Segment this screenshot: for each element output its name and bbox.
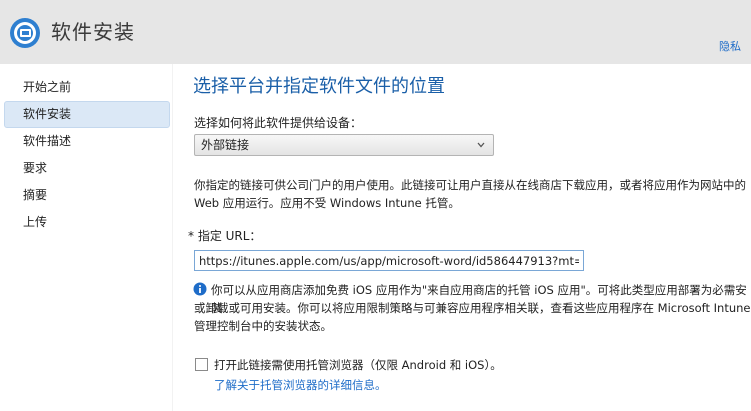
privacy-link[interactable]: 隐私 <box>719 38 741 54</box>
managed-browser-checkbox[interactable] <box>195 358 208 371</box>
url-label: * 指定 URL： <box>188 229 262 243</box>
sidebar-item-summary[interactable]: 摘要 <box>0 182 172 209</box>
url-input[interactable] <box>194 250 584 271</box>
sidebar-item-software-description[interactable]: 软件描述 <box>0 128 172 155</box>
description-line-2: Web 应用运行。应用不受 Windows Intune 托管。 <box>194 196 460 210</box>
info-icon <box>193 282 207 296</box>
sidebar-item-software-setup[interactable]: 软件安装 <box>4 101 170 128</box>
description-line-1: 你指定的链接可供公司门户的用户使用。此链接可让用户直接从在线商店下载应用，或者将… <box>194 178 746 192</box>
managed-browser-checkbox-label: 打开此链接需使用托管浏览器（仅限 Android 和 iOS）。 <box>214 358 502 372</box>
device-delivery-select-value: 外部链接 <box>201 138 250 152</box>
managed-browser-learn-more-link[interactable]: 了解关于托管浏览器的详细信息。 <box>214 377 387 393</box>
wizard-sidebar: 开始之前 软件安装 软件描述 要求 摘要 上传 <box>0 64 172 411</box>
main-content: 选择平台并指定软件文件的位置 选择如何将此软件提供给设备： 外部链接 你指定的链… <box>173 64 751 411</box>
device-select-label: 选择如何将此软件提供给设备： <box>194 116 363 130</box>
info-line-3: 管理控制台中的安装状态。 <box>194 319 332 333</box>
device-delivery-select[interactable]: 外部链接 <box>194 134 494 156</box>
app-header: 软件安装 隐私 <box>0 0 751 64</box>
intune-logo-icon <box>10 18 40 48</box>
app-title: 软件安装 <box>51 20 135 44</box>
page-title: 选择平台并指定软件文件的位置 <box>193 76 445 97</box>
info-line-2: 或卸载或可用安装。你可以将应用限制策略与可兼容应用程序相关联，查看这些应用程序在… <box>194 301 751 315</box>
sidebar-item-upload[interactable]: 上传 <box>0 209 172 236</box>
sidebar-item-requirements[interactable]: 要求 <box>0 155 172 182</box>
sidebar-item-before-you-begin[interactable]: 开始之前 <box>0 74 172 101</box>
chevron-down-icon <box>477 142 485 148</box>
